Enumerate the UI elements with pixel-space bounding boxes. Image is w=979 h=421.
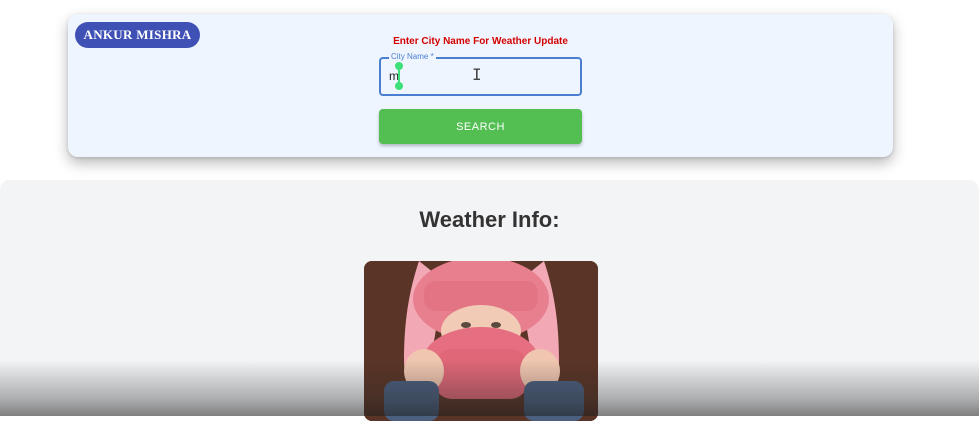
i-beam-cursor-icon: I: [472, 65, 482, 84]
weather-info-title: Weather Info:: [419, 207, 560, 232]
selection-handle-top[interactable]: [395, 62, 403, 70]
weather-photo: [364, 261, 598, 421]
brand-badge[interactable]: ANKUR MISHRA: [75, 22, 200, 48]
city-name-field[interactable]: City Name * m I: [379, 52, 582, 96]
city-name-label: City Name *: [389, 52, 436, 62]
weather-info-panel: Weather Info:: [0, 180, 979, 421]
selection-handle-bottom[interactable]: [395, 82, 403, 90]
search-button[interactable]: SEARCH: [379, 109, 582, 144]
search-card: ANKUR MISHRA Enter City Name For Weather…: [68, 14, 893, 157]
search-prompt: Enter City Name For Weather Update: [393, 36, 568, 47]
header-area: ANKUR MISHRA Enter City Name For Weather…: [0, 0, 979, 180]
child-in-knit-hat-image: [364, 261, 598, 421]
